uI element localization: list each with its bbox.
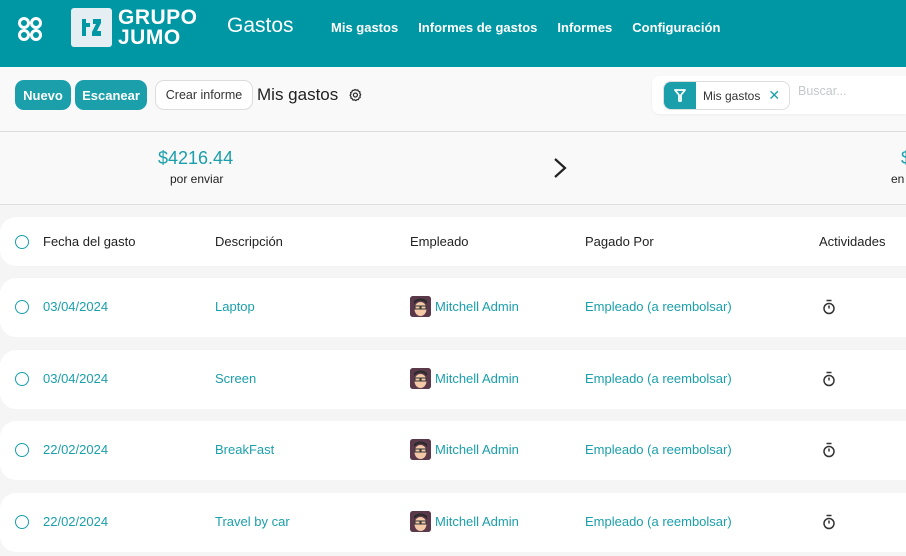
app-title[interactable]: Gastos xyxy=(227,14,294,38)
submitted-amount[interactable]: $ xyxy=(901,148,906,169)
chevron-right-icon[interactable] xyxy=(552,156,568,180)
table-row[interactable]: 03/04/2024 Screen Mitchell Admin Emplead… xyxy=(0,350,906,409)
expense-date: 03/04/2024 xyxy=(43,299,109,314)
stopwatch-icon[interactable] xyxy=(822,514,836,530)
paid-by: Empleado (a reembolsar) xyxy=(585,299,732,314)
employee-avatar xyxy=(410,368,431,389)
menu-item-informes-de-gastos[interactable]: Informes de gastos xyxy=(418,20,537,35)
column-header-paid-by[interactable]: Pagado Por xyxy=(585,234,654,249)
submitted-label: en xyxy=(891,172,905,186)
expense-description: Travel by car xyxy=(215,514,290,529)
row-checkbox[interactable] xyxy=(15,443,29,457)
filter-icon xyxy=(664,82,696,109)
employee-avatar xyxy=(410,439,431,460)
menu-item-mis-gastos[interactable]: Mis gastos xyxy=(331,20,398,35)
employee-name[interactable]: Mitchell Admin xyxy=(435,442,519,457)
column-header-activities[interactable]: Actividades xyxy=(819,234,885,249)
employee-avatar xyxy=(410,296,431,317)
gear-icon[interactable] xyxy=(347,87,363,103)
filter-facet[interactable]: Mis gastos ✕ xyxy=(663,81,791,110)
brand-line-2: JUMO xyxy=(118,26,181,49)
table-row[interactable]: 22/02/2024 BreakFast Mitchell Admin Empl… xyxy=(0,421,906,480)
to-submit-label: por enviar xyxy=(170,172,224,186)
employee-avatar xyxy=(410,511,431,532)
column-header-employee[interactable]: Empleado xyxy=(410,234,469,249)
expense-date: 03/04/2024 xyxy=(43,371,109,386)
row-checkbox[interactable] xyxy=(15,372,29,386)
paid-by: Empleado (a reembolsar) xyxy=(585,371,732,386)
to-submit-amount[interactable]: $4216.44 xyxy=(158,148,233,169)
stopwatch-icon[interactable] xyxy=(822,371,836,387)
stopwatch-icon[interactable] xyxy=(822,442,836,458)
search-input[interactable] xyxy=(798,84,898,98)
table-header: Fecha del gasto Descripción Empleado Pag… xyxy=(0,217,906,266)
apps-menu-icon[interactable] xyxy=(17,16,43,42)
expense-description: BreakFast xyxy=(215,442,275,457)
paid-by: Empleado (a reembolsar) xyxy=(585,514,732,529)
filter-facet-label: Mis gastos xyxy=(703,88,761,103)
row-checkbox[interactable] xyxy=(15,515,29,529)
search-panel: Mis gastos ✕ xyxy=(652,76,906,114)
main-menu: Mis gastos Informes de gastos Informes C… xyxy=(331,20,740,35)
stopwatch-icon[interactable] xyxy=(822,299,836,315)
select-all-checkbox[interactable] xyxy=(15,235,29,249)
expense-date: 22/02/2024 xyxy=(43,442,109,457)
company-logo[interactable] xyxy=(71,8,112,47)
brand-name: GRUPO JUMO xyxy=(118,6,198,49)
logo-mark-icon xyxy=(82,19,101,36)
expense-date: 22/02/2024 xyxy=(43,514,109,529)
table-row[interactable]: 03/04/2024 Laptop Mitchell Admin Emplead… xyxy=(0,278,906,337)
scan-button[interactable]: Escanear xyxy=(75,80,147,110)
expense-description: Screen xyxy=(215,371,257,386)
page-title: Mis gastos xyxy=(257,85,339,104)
row-checkbox[interactable] xyxy=(15,300,29,314)
expense-description: Laptop xyxy=(215,299,255,314)
paid-by: Empleado (a reembolsar) xyxy=(585,442,732,457)
control-panel: Nuevo Escanear Crear informe Mis gastos … xyxy=(0,67,906,132)
summary-strip: $4216.44 por enviar $ en xyxy=(0,132,906,205)
create-report-button[interactable]: Crear informe xyxy=(155,80,253,110)
employee-name[interactable]: Mitchell Admin xyxy=(435,514,519,529)
menu-item-configuracion[interactable]: Configuración xyxy=(632,20,720,35)
menu-item-informes[interactable]: Informes xyxy=(557,20,612,35)
new-button[interactable]: Nuevo xyxy=(15,80,71,110)
remove-facet-icon[interactable]: ✕ xyxy=(768,87,789,104)
column-header-description[interactable]: Descripción xyxy=(215,234,283,249)
brand-line-1: GRUPO xyxy=(118,6,198,29)
employee-name[interactable]: Mitchell Admin xyxy=(435,371,519,386)
table-row[interactable]: 22/02/2024 Travel by car Mitchell Admin … xyxy=(0,493,906,552)
employee-name[interactable]: Mitchell Admin xyxy=(435,299,519,314)
column-header-date[interactable]: Fecha del gasto xyxy=(43,234,136,249)
top-navbar: GRUPO JUMO Gastos Mis gastos Informes de… xyxy=(0,0,906,67)
